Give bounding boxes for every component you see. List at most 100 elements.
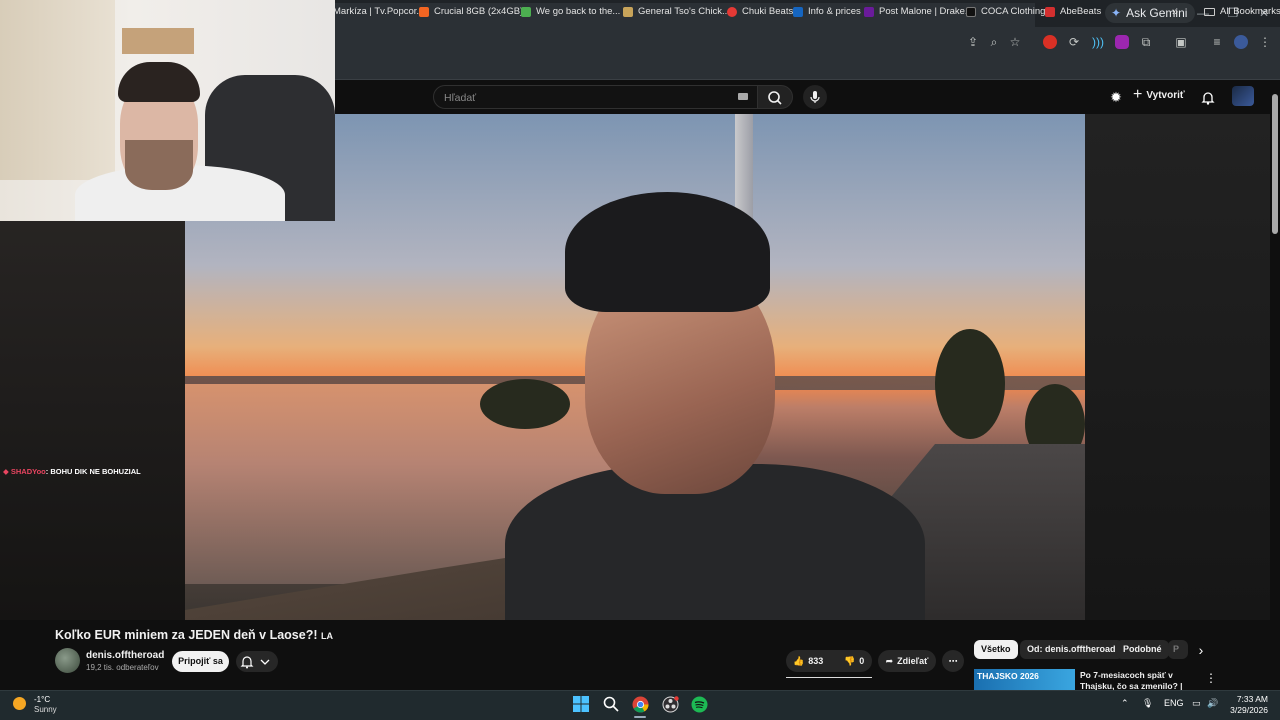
windows-start-icon[interactable] <box>572 695 590 713</box>
dislike-button[interactable]: 👎 0 <box>838 656 864 667</box>
bookmark-favicon <box>966 6 976 17</box>
bookmark-item[interactable]: General Tso's Chick... <box>623 3 730 20</box>
notifications-bell-icon[interactable] <box>1199 88 1217 106</box>
search-button[interactable] <box>757 85 793 109</box>
double-chevron-right-icon[interactable]: » <box>1172 3 1178 20</box>
taskbar-search-icon[interactable] <box>602 695 620 713</box>
all-bookmarks-button[interactable]: All Bookmarks <box>1204 3 1280 20</box>
thumbs-down-icon: 👎 <box>844 655 856 666</box>
thumbnail-text: THAJSKO 2026 <box>977 671 1039 681</box>
webcam-curtain <box>0 0 115 180</box>
extension-grey-icon[interactable]: ⟳ <box>1065 33 1083 51</box>
extension-red-icon[interactable] <box>1041 33 1059 51</box>
bookmark-item[interactable]: Post Malone | Drake... <box>864 3 973 20</box>
ask-gemini-button[interactable]: ✦ Ask Gemini <box>1105 3 1196 23</box>
scrollbar-thumb[interactable] <box>1272 94 1278 234</box>
ask-gemini-label: Ask Gemini <box>1126 6 1188 20</box>
subscriber-count: 19,2 tis. odberateľov <box>86 663 159 672</box>
bookmark-favicon <box>727 6 737 17</box>
chat-text: : BOHU DIK NE BOHUZIAL <box>45 467 141 476</box>
chip-related[interactable]: Podobné <box>1116 640 1169 659</box>
share-button[interactable]: ➦ Zdieľať <box>878 650 936 672</box>
voice-search-button[interactable] <box>803 85 827 109</box>
recommendation-title[interactable]: Po 7-mesiacoch späť v Thajsku, čo sa zme… <box>1080 670 1202 690</box>
profile-avatar-icon[interactable] <box>1232 33 1250 51</box>
input-language[interactable]: ENG <box>1164 698 1184 708</box>
channel-name[interactable]: denis.offtheroad <box>86 650 164 661</box>
tray-overflow-icon[interactable]: ⌃ <box>1121 698 1129 709</box>
bookmark-item[interactable]: Markíza | Tv.Popcor... <box>333 3 424 20</box>
bookmark-item[interactable]: Chuki Beats <box>727 3 793 20</box>
bookmark-item[interactable]: Info & prices <box>793 3 861 20</box>
dislike-count: 0 <box>859 656 865 666</box>
sun-weather-icon[interactable] <box>13 697 26 710</box>
create-button[interactable]: + Vytvoriť <box>1133 87 1185 103</box>
zoom-icon[interactable]: ⌕ <box>985 33 1003 51</box>
chip-partial[interactable]: P <box>1168 640 1188 659</box>
spotify-app-icon[interactable] <box>690 695 708 713</box>
extension-purple-icon[interactable] <box>1113 33 1131 51</box>
webcam-overlay <box>0 0 335 221</box>
recommendation-menu-icon[interactable]: ⋮ <box>1202 669 1220 687</box>
chip-all[interactable]: Všetko <box>974 640 1018 659</box>
reading-list-icon[interactable]: ≡ <box>1208 33 1226 51</box>
chat-message: ◆ SHADYoo: BOHU DIK NE BOHUZIAL <box>3 467 141 476</box>
youtube-extension-icon[interactable]: ✹ <box>1107 88 1125 106</box>
bookmark-item[interactable]: Crucial 8GB (2x4GB)... <box>419 3 531 20</box>
bookmark-star-icon[interactable]: ☆ <box>1006 33 1024 51</box>
install-app-icon[interactable]: ⇪ <box>964 33 982 51</box>
title-suffix: LA <box>321 631 333 641</box>
right-ambient-panel <box>1085 114 1270 620</box>
browser-menu-icon[interactable]: ⋮ <box>1256 33 1274 51</box>
chip-from-channel[interactable]: Od: denis.offtheroad <box>1020 640 1123 659</box>
bookmark-favicon <box>521 6 531 17</box>
microphone-icon <box>810 91 820 103</box>
search-icon <box>768 91 782 105</box>
clock-date[interactable]: 3/29/2026 <box>1228 705 1268 715</box>
user-avatar[interactable] <box>1232 86 1254 106</box>
video-title: Koľko EUR miniem za JEDEN deň v Laose?! … <box>55 628 333 642</box>
notification-settings-button[interactable] <box>236 651 278 672</box>
obs-app-icon[interactable] <box>661 695 679 713</box>
bookmark-item[interactable]: AbeBeats <box>1045 3 1101 20</box>
gemini-sparkle-icon: ✦ <box>1111 6 1122 20</box>
share-icon: ➦ <box>885 655 894 666</box>
bell-dropdown-icon <box>240 656 270 669</box>
like-underline <box>786 677 872 678</box>
channel-avatar[interactable] <box>55 648 80 673</box>
clock-time[interactable]: 7:33 AM <box>1228 694 1268 704</box>
bookmark-favicon <box>623 6 633 17</box>
bookmark-item[interactable]: We go back to the... <box>521 3 620 20</box>
tray-microphone-icon[interactable]: 🎙 <box>1142 698 1153 709</box>
join-button[interactable]: Pripojiť sa <box>172 651 229 672</box>
keyboard-icon[interactable] <box>738 93 748 100</box>
weather-temperature[interactable]: -1°C <box>34 695 50 704</box>
webcam-box <box>122 28 194 54</box>
volume-icon[interactable]: 🔊 <box>1207 698 1218 709</box>
webcam-hair <box>118 62 200 102</box>
chrome-app-icon[interactable] <box>631 695 649 713</box>
like-button[interactable]: 👍 833 <box>786 656 834 667</box>
create-label: Vytvoriť <box>1146 89 1185 101</box>
recommendation-thumbnail[interactable]: THAJSKO 2026 <box>974 669 1075 690</box>
network-icon[interactable]: ▭ <box>1192 698 1201 709</box>
active-app-indicator <box>634 716 646 718</box>
webcam-beard <box>125 140 193 190</box>
like-dislike-group: 👍 833 👎 0 <box>786 650 872 672</box>
video-person-cap <box>565 192 770 312</box>
like-count: 833 <box>808 656 824 666</box>
video-tree <box>480 379 570 429</box>
weather-condition[interactable]: Sunny <box>34 705 57 714</box>
search-input[interactable]: Hľadať <box>433 85 758 109</box>
more-actions-icon[interactable]: ⋯ <box>942 650 964 672</box>
thumbs-up-icon: 👍 <box>793 655 805 666</box>
extension-wave-icon[interactable]: ))) <box>1089 33 1107 51</box>
chat-badge-icon: ◆ <box>3 467 9 476</box>
bookmark-item[interactable]: COCA Clothing <box>966 3 1045 20</box>
extensions-puzzle-icon[interactable]: ⧉ <box>1137 33 1155 51</box>
bookmark-favicon <box>1045 6 1055 17</box>
tab-search-icon[interactable]: ▣ <box>1172 33 1190 51</box>
chevron-right-icon[interactable]: › <box>1192 641 1210 659</box>
video-tree <box>935 329 1005 439</box>
bookmark-favicon <box>419 6 429 17</box>
